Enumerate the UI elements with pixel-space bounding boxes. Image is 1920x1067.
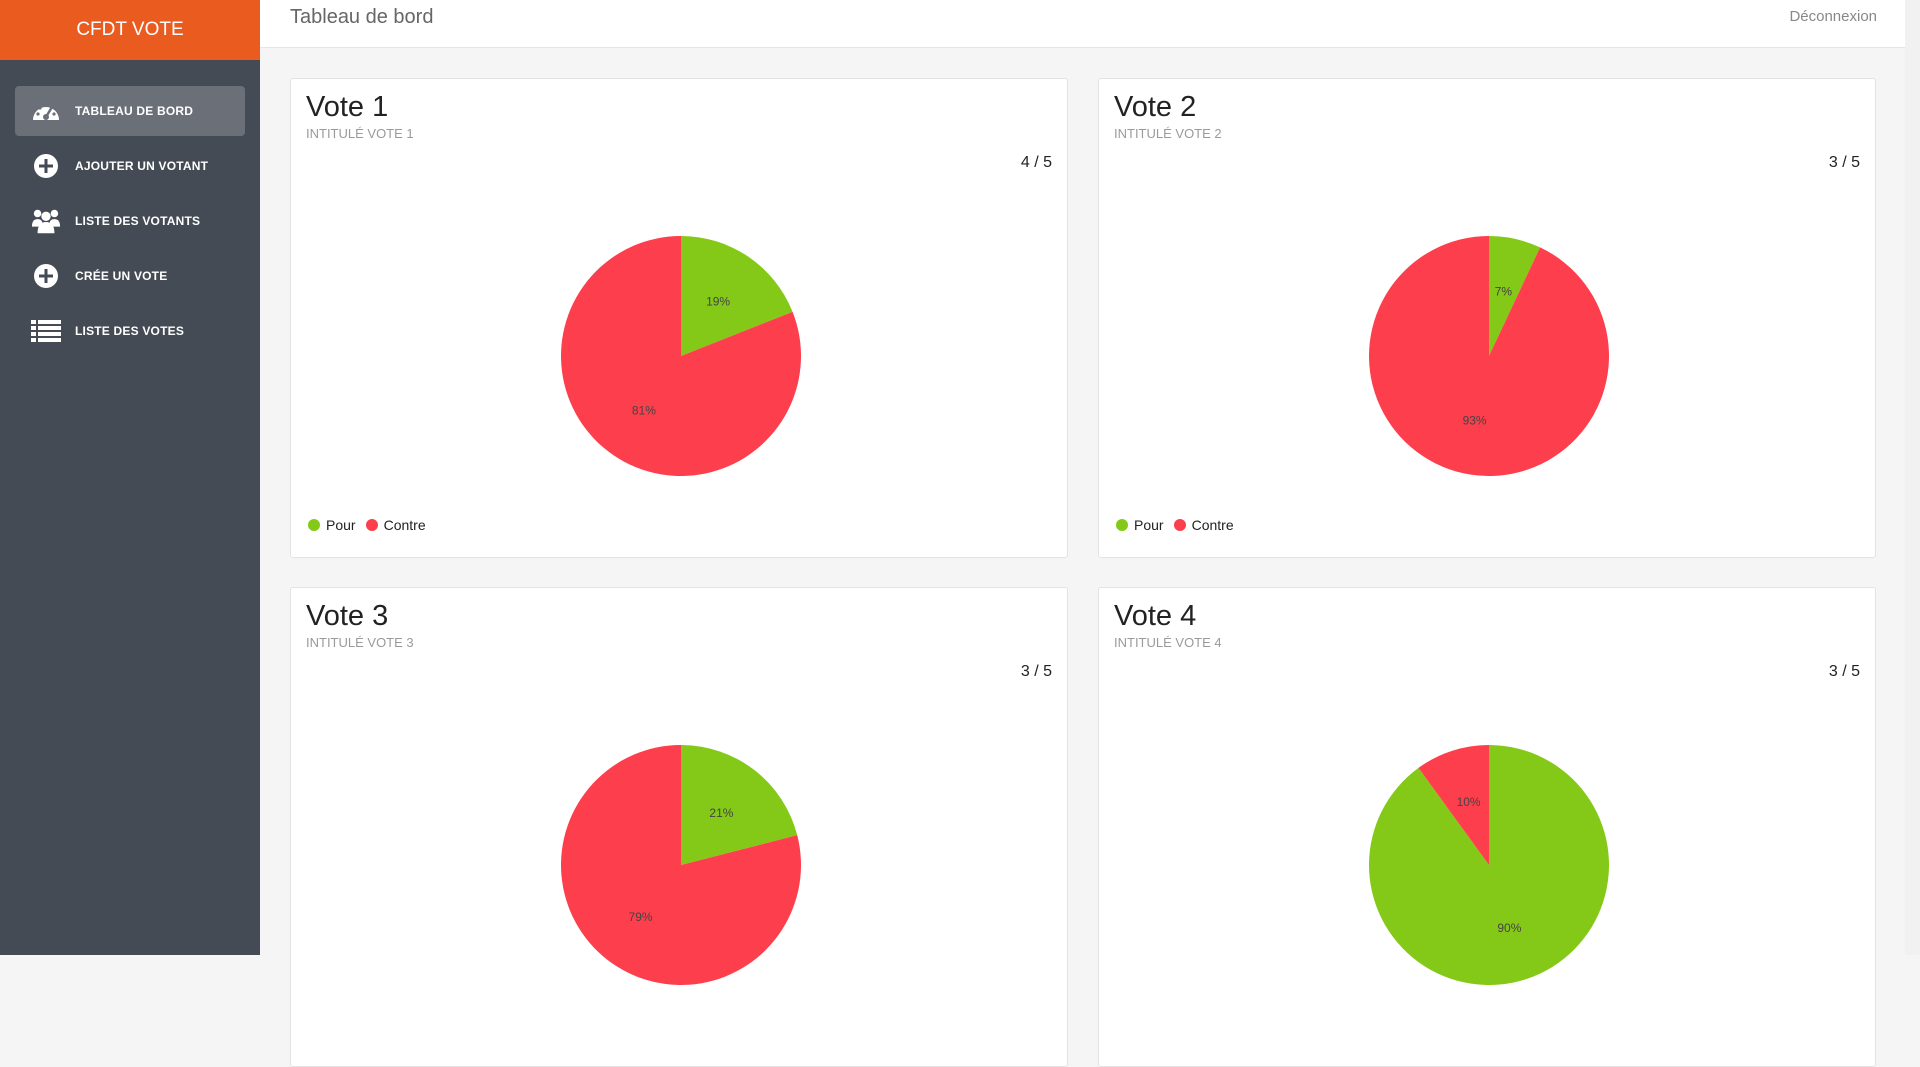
legend-item-pour[interactable]: Pour [308, 517, 356, 533]
vote-subtitle: INTITULÉ VOTE 2 [1114, 126, 1222, 141]
plus-circle-icon [31, 261, 61, 291]
brand-logo[interactable]: CFDT VOTE [0, 0, 260, 60]
pie-data-label: 90% [1497, 921, 1521, 935]
vote-subtitle: INTITULÉ VOTE 3 [306, 635, 414, 650]
vote-count: 4 / 5 [1020, 154, 1052, 171]
vote-title: Vote 3 [306, 600, 389, 632]
pie-data-label: 7% [1495, 285, 1513, 299]
sidebar-item-label: LISTE DES VOTANTS [75, 214, 201, 228]
pie-chart: 90% 10% [1369, 745, 1609, 985]
sidebar-item-label: CRÉE UN VOTE [75, 269, 168, 283]
legend-item-contre[interactable]: Contre [1173, 517, 1234, 533]
pie-data-label: 19% [706, 294, 730, 308]
topbar: Tableau de bord Déconnexion [260, 0, 1905, 48]
page-title: Tableau de bord [290, 6, 434, 28]
scrollbar[interactable] [1905, 0, 1920, 955]
pie-data-label: 21% [709, 806, 733, 820]
pie-chart: 19% 81% [561, 236, 801, 476]
vote-subtitle: INTITULÉ VOTE 4 [1114, 635, 1222, 650]
logout-link[interactable]: Déconnexion [1789, 8, 1877, 25]
list-icon [31, 316, 61, 346]
sidebar-item-label: TABLEAU DE BORD [75, 104, 194, 118]
sidebar-item-cree-un-vote[interactable]: CRÉE UN VOTE [15, 251, 245, 301]
legend-dot-contre [365, 519, 378, 531]
legend-label: Contre [1191, 517, 1234, 533]
legend-dot-pour [308, 519, 320, 531]
pie-data-label: 10% [1457, 795, 1481, 809]
sidebar-item-label: LISTE DES VOTES [75, 324, 185, 338]
users-icon [31, 206, 61, 236]
legend-label: Pour [1134, 517, 1164, 533]
pie-data-label: 93% [1463, 413, 1487, 427]
sidebar-item-tableau-de-bord[interactable]: TABLEAU DE BORD [15, 86, 245, 136]
legend-dot-contre [1173, 519, 1186, 531]
legend-label: Pour [326, 517, 356, 533]
sidebar: CFDT VOTE TABLEAU DE BORD AJOUTER UN VOT… [0, 0, 260, 955]
legend-label: Contre [383, 517, 426, 533]
vote-title: Vote 2 [1114, 91, 1197, 123]
pie-chart: 21% 79% [561, 745, 801, 985]
pie-data-label: 81% [632, 404, 656, 418]
vote-subtitle: INTITULÉ VOTE 1 [306, 126, 414, 141]
vote-card: Vote 4 INTITULÉ VOTE 4 3 / 5 90% 10% [1098, 587, 1876, 1067]
vote-card: Vote 3 INTITULÉ VOTE 3 3 / 5 21% 79% [290, 587, 1068, 1067]
vote-count: 3 / 5 [1828, 663, 1860, 680]
pie-slice-contre[interactable] [1369, 236, 1609, 476]
vote-count: 3 / 5 [1020, 663, 1052, 680]
vote-title: Vote 4 [1114, 600, 1197, 632]
pie-chart: 7% 93% [1369, 236, 1609, 476]
sidebar-item-liste-des-votants[interactable]: LISTE DES VOTANTS [15, 196, 245, 246]
pie-data-label: 79% [629, 910, 653, 924]
sidebar-nav: TABLEAU DE BORD AJOUTER UN VOTANT LISTE … [0, 60, 260, 356]
chart-legend: Pour Contre [1116, 517, 1244, 533]
vote-count: 3 / 5 [1828, 154, 1860, 171]
legend-item-contre[interactable]: Contre [365, 517, 426, 533]
sidebar-item-liste-des-votes[interactable]: LISTE DES VOTES [15, 306, 245, 356]
vote-card: Vote 1 INTITULÉ VOTE 1 4 / 5 19% 81% Pour… [290, 78, 1068, 558]
vote-title: Vote 1 [306, 91, 389, 123]
sidebar-item-ajouter-un-votant[interactable]: AJOUTER UN VOTANT [15, 141, 245, 191]
chart-legend: Pour Contre [308, 517, 436, 533]
legend-dot-pour [1116, 519, 1128, 531]
legend-item-pour[interactable]: Pour [1116, 517, 1164, 533]
dashboard-icon [31, 96, 61, 126]
vote-card: Vote 2 INTITULÉ VOTE 2 3 / 5 7% 93% Pour … [1098, 78, 1876, 558]
plus-circle-icon [31, 151, 61, 181]
sidebar-item-label: AJOUTER UN VOTANT [75, 159, 209, 173]
